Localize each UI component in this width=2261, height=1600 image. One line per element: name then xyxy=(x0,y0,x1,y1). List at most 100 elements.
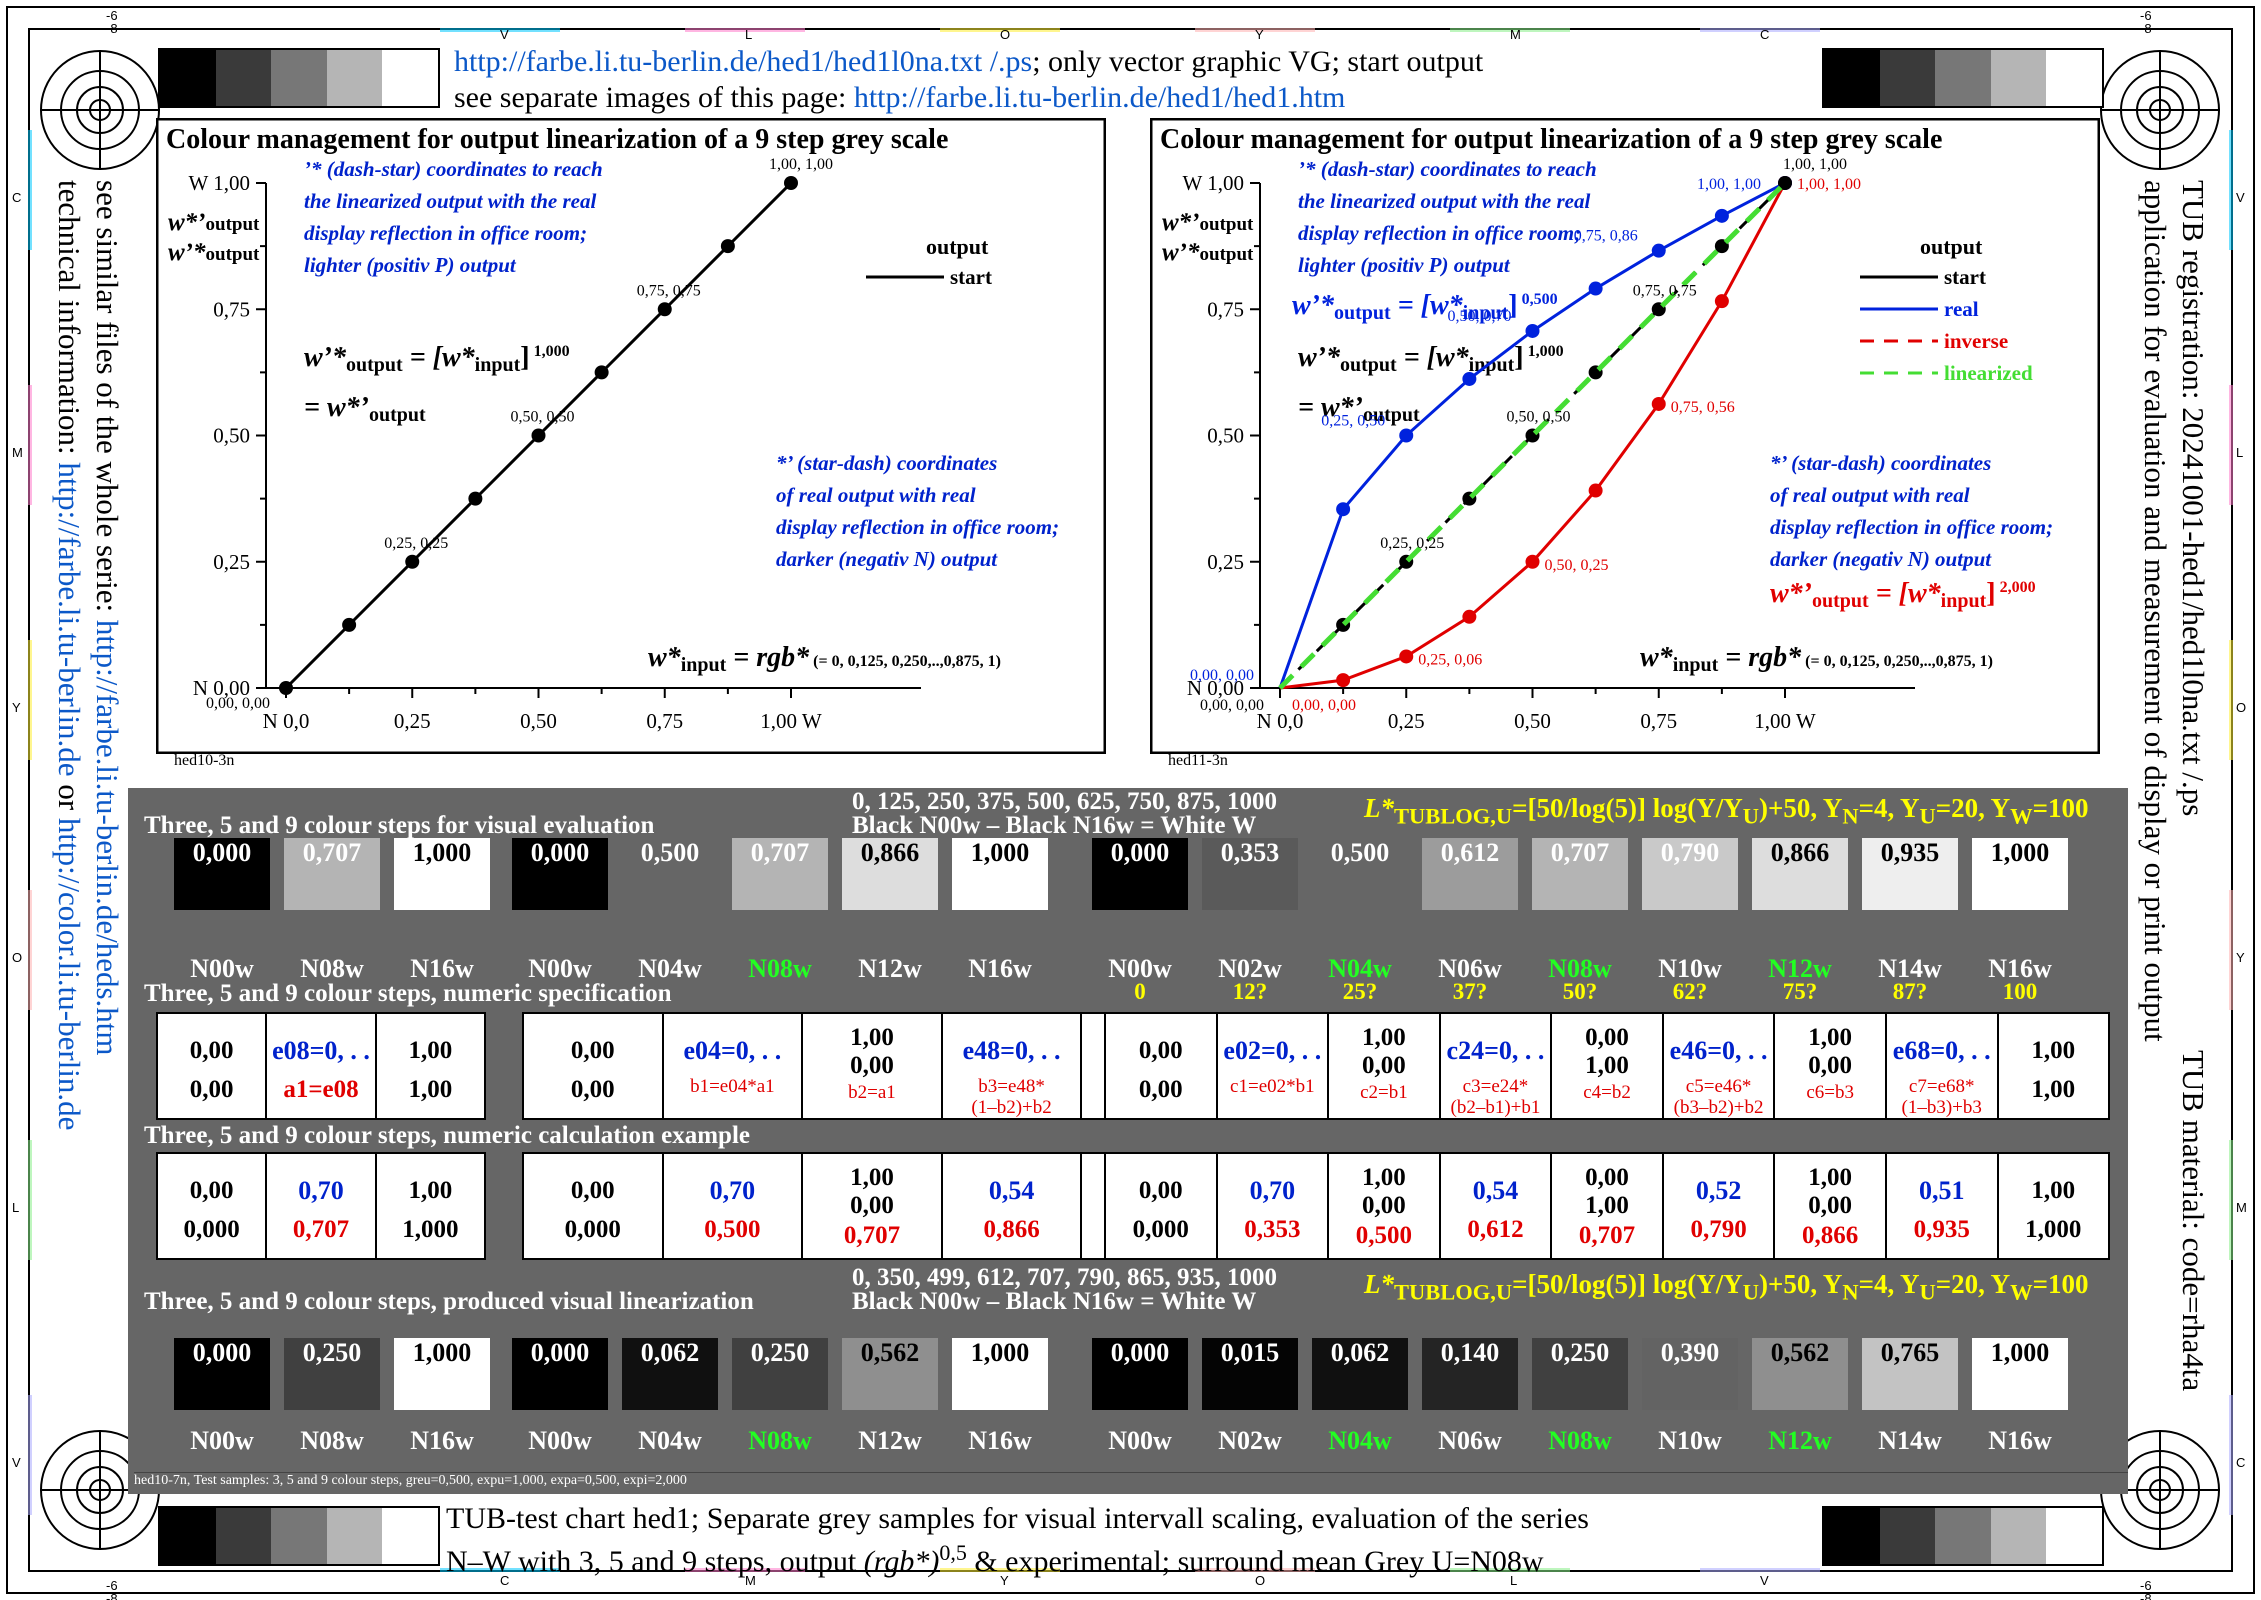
header-link-2[interactable]: http://farbe.li.tu-berlin.de/hed1/hed1.h… xyxy=(854,81,1346,114)
left-side-link-1[interactable]: http://farbe.li.tu-berlin.de/heds.htm xyxy=(90,620,125,1056)
text-part: w’* xyxy=(1298,342,1341,373)
row4-sample: 0,250 xyxy=(1532,1338,1628,1410)
row4-label: N00w xyxy=(528,1426,592,1455)
y-tick-label: 0,50 xyxy=(213,424,250,448)
point-label: 1,00, 1,00 xyxy=(1697,176,1761,193)
row4-sample: 0,000 xyxy=(1092,1338,1188,1410)
spec-table-cell: 1,00 0,00 c2=b1 xyxy=(1329,1014,1441,1118)
y-tick-label: 0,75 xyxy=(1207,297,1244,321)
row4-sample: 0,000 xyxy=(174,1338,270,1410)
footer-line-2: N–W with 3, 5 and 9 steps, output (rgb*)… xyxy=(446,1540,1544,1578)
calc-table-cell-line: 0,707 xyxy=(292,1215,350,1243)
text-part: w’* xyxy=(1162,239,1200,266)
calc-table-cell: 0,70 0,353 xyxy=(1218,1154,1330,1258)
text-part: w*’ xyxy=(1770,578,1812,609)
series-point-real xyxy=(1399,428,1414,443)
spec-table-cell: e46=0, . . c5=e46* (b3–b2)+b2 xyxy=(1664,1014,1776,1118)
left-side-text: see similar files of the whole serie: ht… xyxy=(50,180,126,1130)
spec-table-cell: e04=0, . . b1=e04*a1 xyxy=(664,1014,804,1118)
row1-sample: 1,000 xyxy=(394,838,490,910)
row4-sample: 0,250 xyxy=(284,1338,380,1410)
x-tick-label: 1,00 W xyxy=(1754,709,1816,733)
legend-title: output xyxy=(926,234,989,259)
note-bottom-line: display reflection in office room; xyxy=(776,515,1059,539)
edge-mark-right: V xyxy=(2236,190,2245,205)
spec-table-cell: 1,00 0,00 c6=b3 xyxy=(1775,1014,1887,1118)
series-point-real xyxy=(1714,208,1729,223)
left-side-link-2[interactable]: http://farbe.li.tu-berlin.de xyxy=(52,462,87,776)
row4-title: Three, 5 and 9 colour steps, produced vi… xyxy=(144,1288,754,1315)
header-link-1[interactable]: http://farbe.li.tu-berlin.de/hed1/hed1l0… xyxy=(454,45,1032,78)
edge-mark-right: O xyxy=(2236,700,2247,715)
edge-mark-right: L xyxy=(2236,445,2244,460)
calc-table-cell-line: 1,00 xyxy=(2031,1176,2076,1204)
spec-table-cell-line: b1=e04*a1 xyxy=(690,1075,775,1097)
right-side-line-2: application for evaluation and measureme… xyxy=(2138,180,2173,1042)
row1-label: N16w xyxy=(410,954,474,983)
chart-left: Colour management for output linearizati… xyxy=(156,118,1106,754)
edge-color-band xyxy=(2229,890,2233,1010)
row4-label: N08w xyxy=(300,1426,364,1455)
header-line-2: see separate images of this page: http:/… xyxy=(454,80,1345,116)
text-part: w*’ xyxy=(168,209,206,236)
text-part: ] xyxy=(1514,342,1523,373)
row4-sample: 0,390 xyxy=(1642,1338,1738,1410)
edge-mark-left: V xyxy=(12,1455,21,1470)
text-part: w’* xyxy=(1292,290,1335,321)
point-label: 0,50, 0,50 xyxy=(511,409,575,426)
row1-label: N00w xyxy=(528,954,592,983)
spec-table-cell-line: 1,00 xyxy=(2031,1036,2076,1064)
row4-sample: 0,562 xyxy=(842,1338,938,1410)
row4-label: N12w xyxy=(858,1426,922,1455)
spec-table-cell: 1,00 1,00 xyxy=(377,1014,484,1118)
spec-table-cell-line: c7=e68* xyxy=(1908,1075,1975,1097)
calc-table-cell-line: 0,00 xyxy=(189,1176,234,1204)
series-point-start xyxy=(720,239,735,254)
calc-table-cell: 1,00 1,000 xyxy=(377,1154,484,1258)
point-label: 1,00, 1,00 xyxy=(1797,176,1861,193)
calc-table-cell-line: 0,70 xyxy=(298,1175,344,1205)
spec-table-cell-line: a1=e08 xyxy=(283,1075,359,1103)
text-part: 1,000 xyxy=(1524,343,1564,360)
calc-table-cell-line: 0,707 xyxy=(843,1222,901,1250)
point-label: 0,50, 0,50 xyxy=(1507,409,1571,426)
grey-ramp-bottom-right xyxy=(1822,1506,2104,1566)
spec-table-cell-line: e08=0, . . xyxy=(272,1035,370,1065)
spec-table-cell: 0,00 0,00 xyxy=(524,1014,664,1118)
spec-table-cell-line: c3=e24* xyxy=(1462,1075,1529,1097)
edge-mark-left: M xyxy=(12,445,23,460)
text-part: output xyxy=(1200,244,1255,265)
series-point-inverse xyxy=(1336,673,1351,688)
left-side-link-3[interactable]: http://color.li.tu-berlin.de xyxy=(52,818,87,1131)
calc-table-cell: 0,52 0,790 xyxy=(1664,1154,1776,1258)
row1-sample: 0,612 xyxy=(1422,838,1518,910)
note-bottom-line: *’ (star-dash) coordinates xyxy=(776,451,997,475)
row4-sample: 1,000 xyxy=(1972,1338,2068,1410)
spec-table-cell-line: 1,00 xyxy=(408,1036,453,1064)
row4-sample: 0,250 xyxy=(732,1338,828,1410)
calc-table-cell-line: 0,353 xyxy=(1244,1215,1301,1243)
registration-cross-v xyxy=(2159,50,2161,170)
edge-mark-top: O xyxy=(1000,27,1011,42)
y-tick-label: 0,50 xyxy=(1207,424,1244,448)
spec-table-cell: 0,00 0,00 xyxy=(158,1014,268,1118)
calc-table-cell-line: 1,00 xyxy=(408,1176,453,1204)
chart-title: Colour management for output linearizati… xyxy=(166,124,948,155)
row1-sublabel: 0 xyxy=(1134,979,1146,1004)
text-part: 0,500 xyxy=(1518,291,1558,308)
calc-table-cell-line: 0,70 xyxy=(709,1175,756,1205)
text-part: input xyxy=(681,654,727,676)
text-part: input xyxy=(1941,590,1987,612)
text-part: output xyxy=(1334,302,1391,324)
note-bottom-line: of real output with real xyxy=(1770,483,1970,507)
note-top-line: ’* (dash-star) coordinates to reach xyxy=(1298,157,1597,181)
calc-table-cell: 1,00 1,000 xyxy=(1999,1154,2109,1258)
row1-sublabel: 37? xyxy=(1452,979,1488,1004)
text-part: ] xyxy=(1986,578,1995,609)
series-point-inverse xyxy=(1462,609,1477,624)
series-point-start xyxy=(279,681,293,695)
row1-sample: 0,000 xyxy=(174,838,270,910)
calc-table-cell-line: 0,54 xyxy=(988,1175,1035,1205)
registration-cross-v xyxy=(99,50,101,170)
edge-mark-left: C xyxy=(12,190,22,205)
